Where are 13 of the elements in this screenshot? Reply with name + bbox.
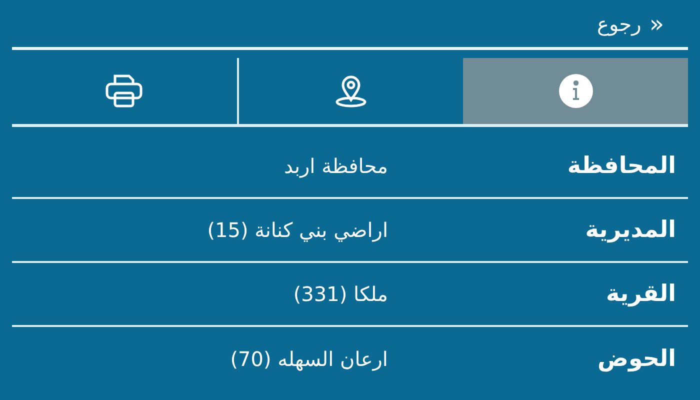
field-label: المديرية xyxy=(585,216,676,243)
tab[interactable] xyxy=(463,58,688,124)
field-value: ارعان السهله (70) xyxy=(230,346,388,373)
field-value: اراضي بني كنانة (15) xyxy=(207,217,388,244)
back-link[interactable]: « رجوع xyxy=(597,6,664,42)
field-value: ملكا (331) xyxy=(293,281,388,308)
field-label: الحوض xyxy=(598,346,676,372)
location-pin-icon xyxy=(333,73,369,109)
field-label: القرية xyxy=(606,280,676,307)
printer-icon xyxy=(104,73,144,109)
field-value: محافظة اربد xyxy=(284,153,388,180)
field-label: المحافظة xyxy=(567,152,676,179)
info-icon xyxy=(558,73,594,109)
